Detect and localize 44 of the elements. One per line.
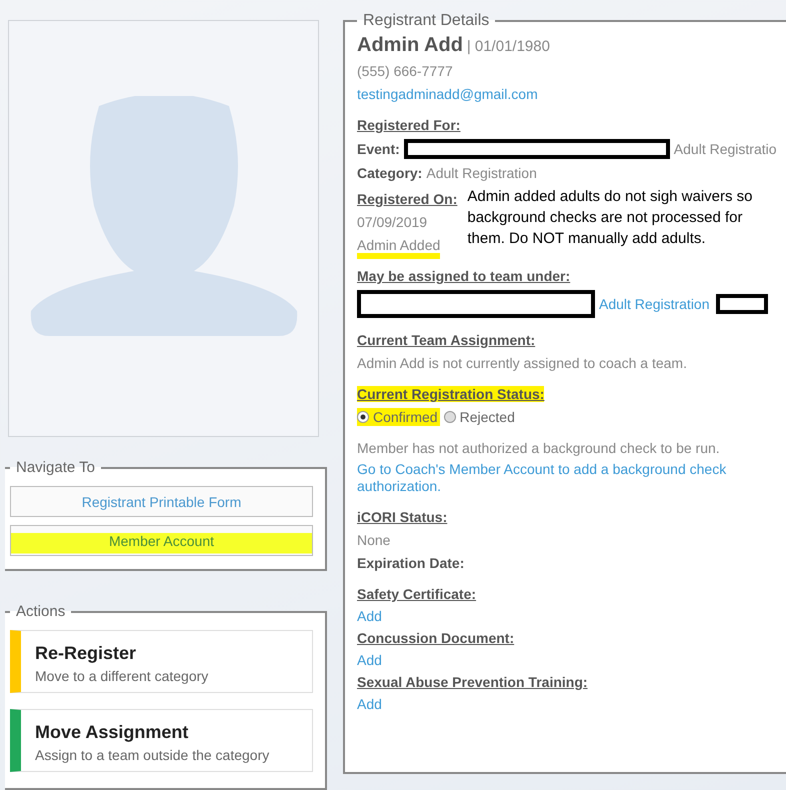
registration-date: 07/09/2019 — [357, 213, 428, 231]
radio-option[interactable]: Rejected — [444, 408, 517, 426]
section-heading: Safety Certificate: — [357, 585, 478, 603]
category-value: Adult Registration — [426, 164, 537, 182]
background-check-note: Member has not authorized a background check to be run. — [357, 439, 721, 457]
add-link[interactable]: Add — [357, 607, 786, 625]
action-card[interactable]: Move Assignment Assign to a team outside the category — [10, 709, 313, 772]
team-link[interactable]: Adult Registration — [599, 295, 710, 313]
section-heading: Current Registration Status: — [357, 386, 544, 402]
person-silhouette-icon — [28, 96, 298, 336]
member-account-button[interactable]: Member Account — [10, 525, 313, 556]
team-assignment-text: Admin Add is not currently assigned to coach a team. — [357, 354, 688, 372]
section-heading: May be assigned to team under: — [357, 267, 572, 285]
event-value: Adult Registratio — [674, 140, 777, 158]
phone-number: (555) 666-7777 — [357, 62, 454, 80]
action-description: Move to a different category — [35, 668, 210, 684]
action-card[interactable]: Re-Register Move to a different category — [10, 630, 313, 693]
action-description: Assign to a team outside the category — [35, 747, 270, 763]
icori-status-value: None — [357, 531, 392, 549]
printable-form-button[interactable]: Registrant Printable Form — [10, 486, 313, 518]
section-heading: Concussion Document: — [357, 629, 516, 647]
action-title: Move Assignment — [35, 722, 190, 743]
section-heading: Registered For: — [357, 116, 462, 134]
section-title: Actions — [15, 603, 66, 620]
section-heading: Sexual Abuse Prevention Training: — [357, 673, 589, 691]
section-heading: Registered On: — [357, 190, 458, 208]
member-account-link[interactable]: Go to Coach's Member Account to add a background check authorization. — [357, 461, 786, 495]
annotation-note: Admin added adults do not sigh waivers so background checks are not processed for them. Do NOT manually add adults. — [467, 187, 754, 249]
registrant-name: Admin Add — [357, 34, 463, 56]
field-label: Category: — [357, 164, 422, 182]
birth-date: | 01/01/1980 — [466, 38, 550, 55]
section-title: Navigate To — [15, 459, 96, 476]
section-heading: Current Team Assignment: — [357, 331, 536, 349]
add-link[interactable]: Add — [357, 651, 786, 669]
section-heading: iCORI Status: — [357, 508, 448, 526]
action-title: Re-Register — [35, 643, 138, 664]
radio-option[interactable]: Confirmed — [357, 408, 440, 426]
email-link[interactable]: testingadminadd@gmail.com — [357, 85, 786, 103]
registration-source: Admin Added — [357, 237, 440, 259]
field-label: Expiration Date: — [357, 554, 466, 572]
add-link[interactable]: Add — [357, 695, 786, 713]
field-label: Event: — [357, 140, 400, 158]
section-title: Registrant Details — [362, 12, 490, 30]
redaction-box — [716, 294, 768, 314]
